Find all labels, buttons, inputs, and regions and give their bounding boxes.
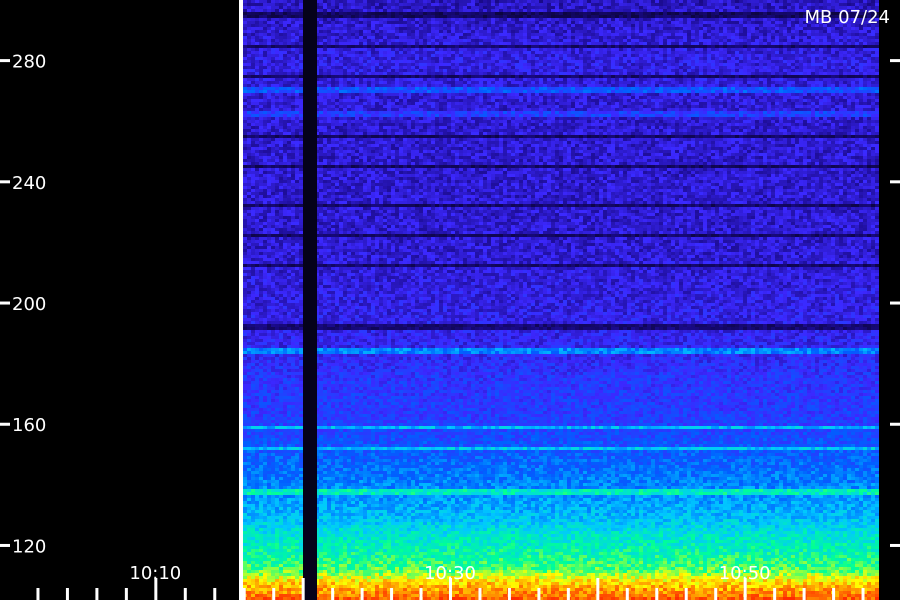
x-tick (95, 588, 99, 600)
x-tick (566, 588, 570, 600)
x-tick (390, 588, 394, 600)
y-tick-left (0, 301, 10, 305)
data-start-marker (239, 0, 243, 600)
x-tick (360, 588, 364, 600)
x-tick (802, 588, 806, 600)
y-tick-label: 280 (12, 52, 46, 73)
x-tick (537, 588, 541, 600)
x-tick (213, 588, 217, 600)
x-tick (832, 588, 836, 600)
x-tick (183, 588, 187, 600)
y-tick-right (890, 543, 900, 547)
spectrogram-image (239, 0, 879, 600)
x-tick (596, 578, 600, 600)
y-tick-left (0, 180, 10, 184)
x-tick (331, 588, 335, 600)
x-tick-label: 10:10 (129, 563, 181, 584)
x-tick (684, 588, 688, 600)
data-dropout-band (303, 0, 317, 600)
y-tick-label: 200 (12, 294, 46, 315)
y-tick-right (890, 301, 900, 305)
x-tick-label: 10:50 (719, 563, 771, 584)
x-tick (36, 588, 40, 600)
x-tick (861, 588, 865, 600)
y-tick-right (890, 180, 900, 184)
x-tick (242, 588, 246, 600)
y-tick-right (890, 422, 900, 426)
y-tick-left (0, 422, 10, 426)
y-tick-right (890, 59, 900, 63)
x-tick (655, 588, 659, 600)
y-tick-label: 160 (12, 415, 46, 436)
y-tick-left (0, 59, 10, 63)
x-tick (773, 588, 777, 600)
x-tick (65, 588, 69, 600)
x-tick (507, 588, 511, 600)
x-tick (625, 588, 629, 600)
x-tick (419, 588, 423, 600)
spectrogram-chart: 120 160 200 240 280 10:10 10:30 10:50 MB 07/24 (0, 0, 900, 600)
x-tick (301, 578, 305, 600)
x-tick-label: 10:30 (424, 563, 476, 584)
x-tick (478, 588, 482, 600)
y-tick-label: 240 (12, 173, 46, 194)
station-date-stamp: MB 07/24 (805, 7, 890, 28)
x-tick (714, 588, 718, 600)
y-tick-left (0, 543, 10, 547)
x-tick (272, 588, 276, 600)
x-tick (124, 588, 128, 600)
y-tick-label: 120 (12, 536, 46, 557)
